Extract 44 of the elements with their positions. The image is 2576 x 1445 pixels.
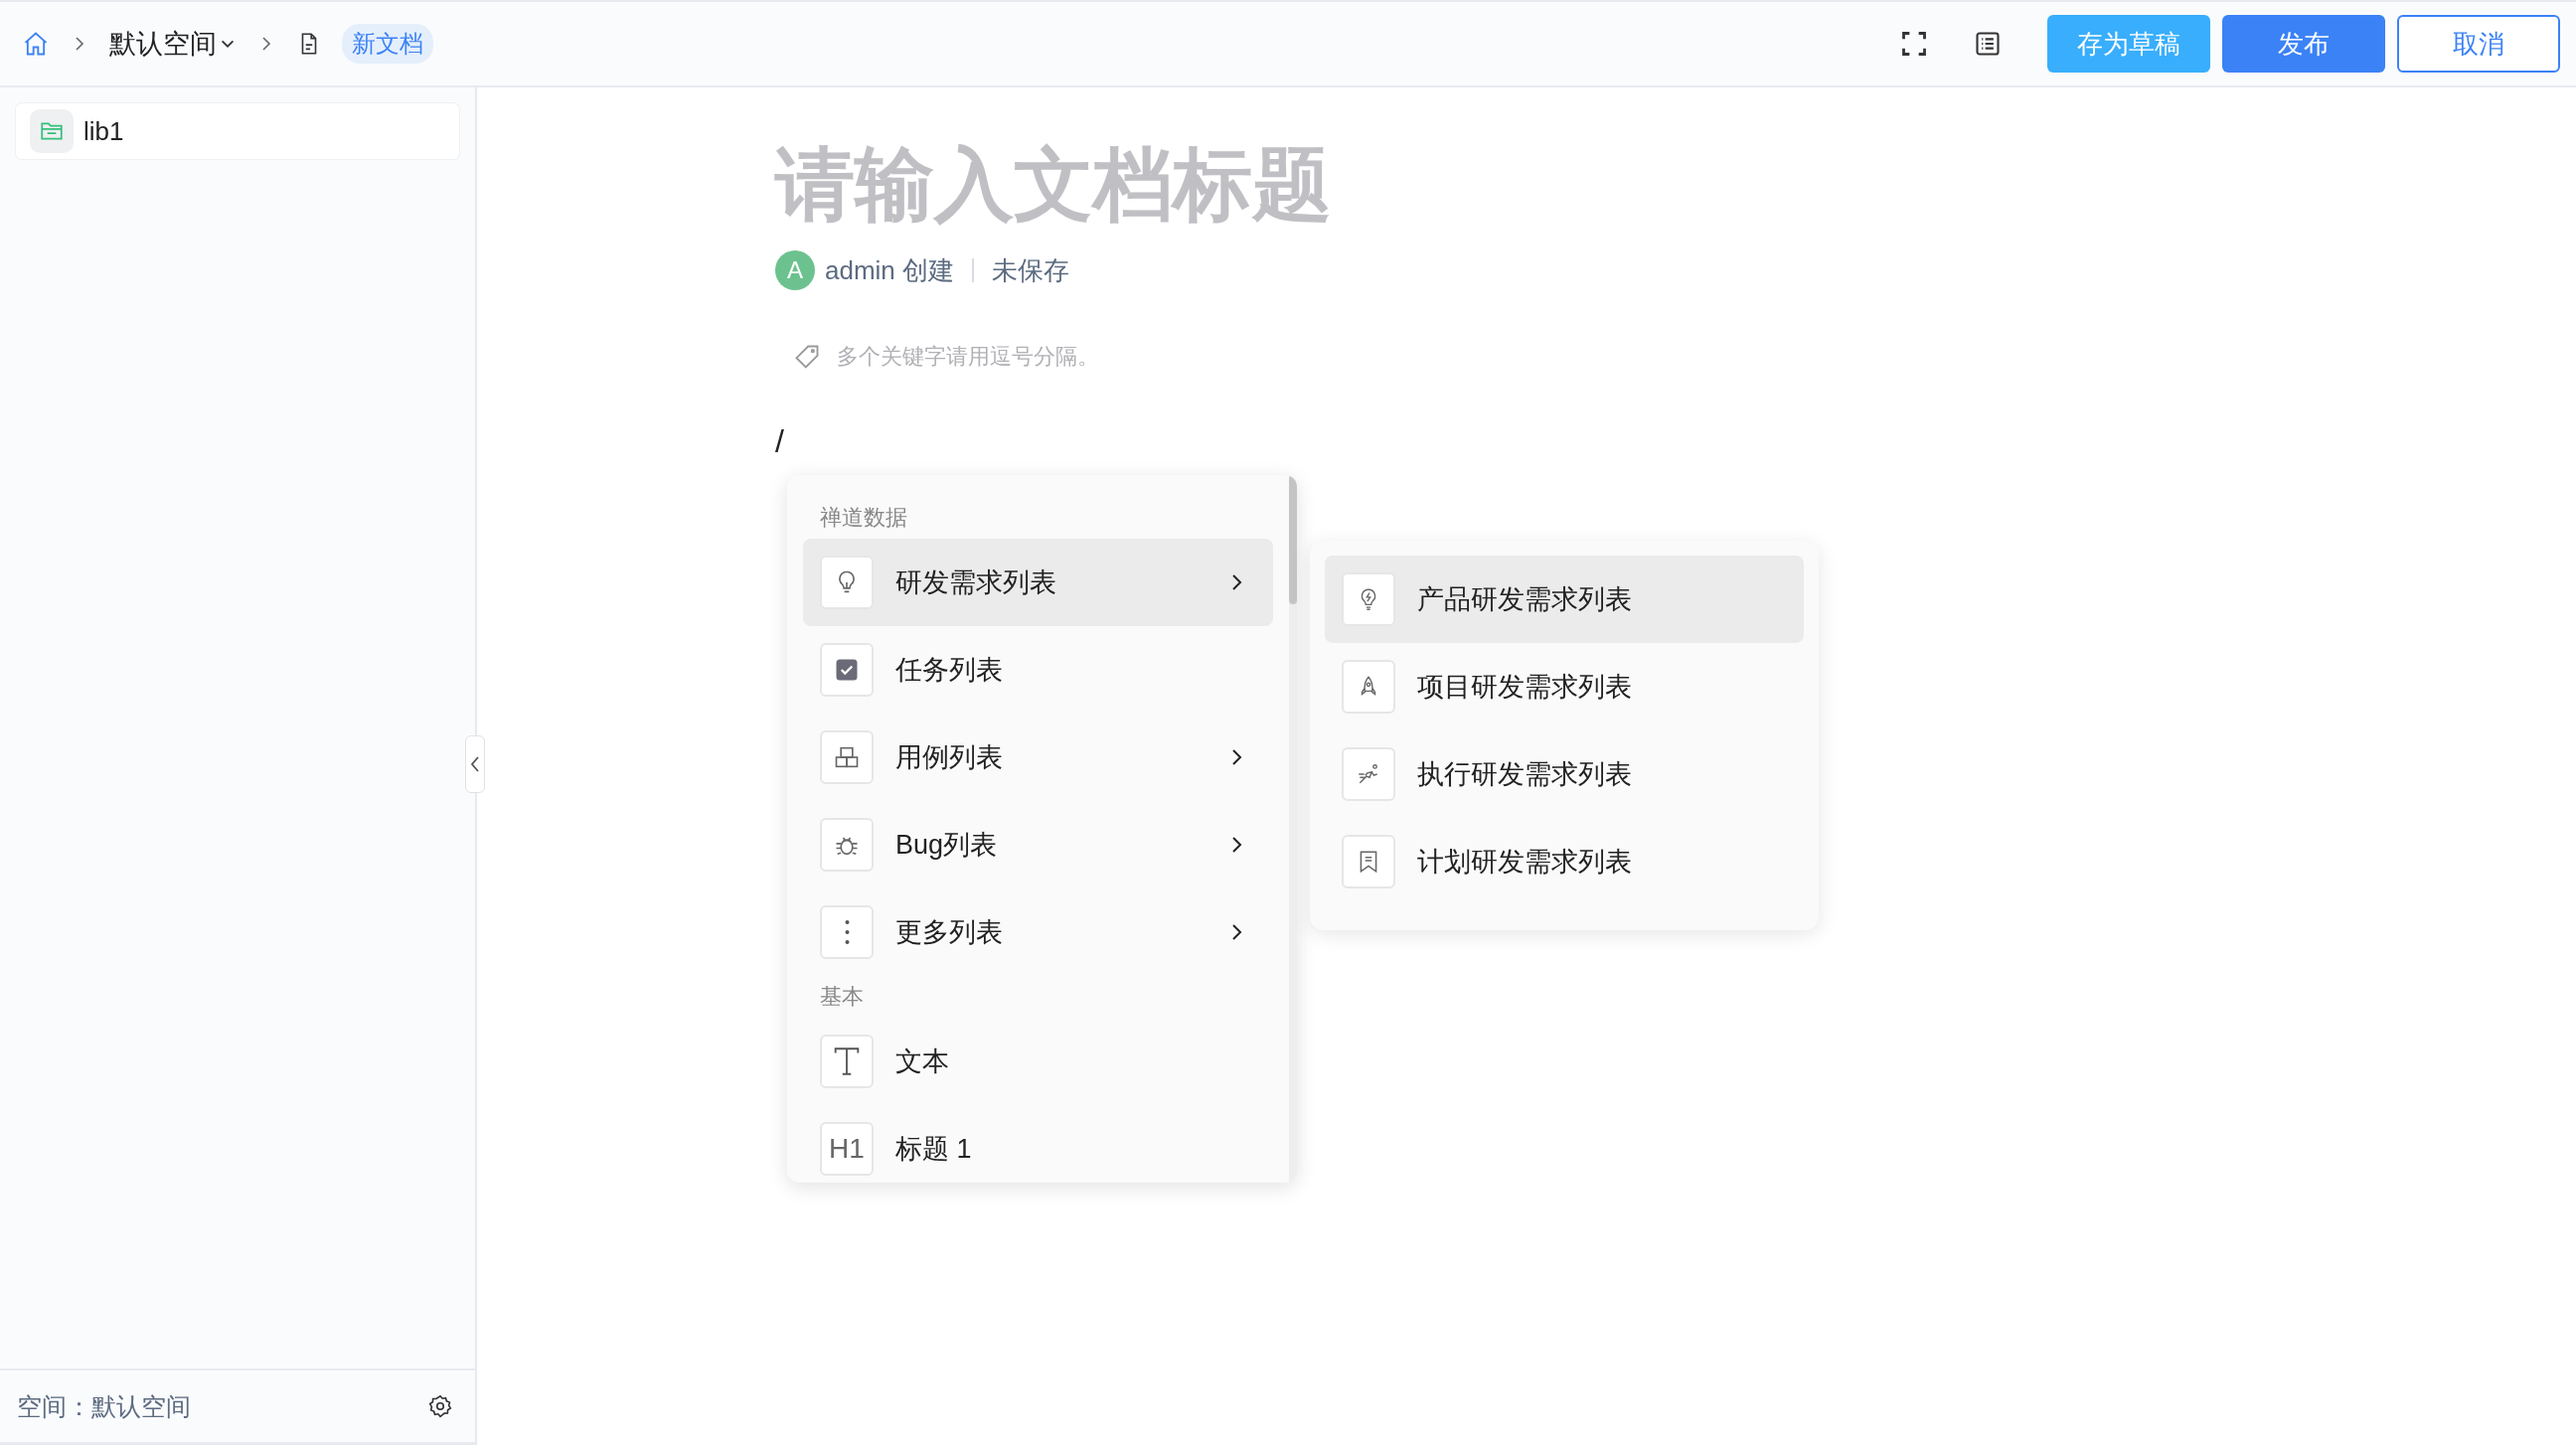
document-name-tag: 新文档 — [342, 24, 433, 64]
menu-item-label: 研发需求列表 — [895, 566, 1057, 599]
menu-item-label: 标题 1 — [895, 1133, 973, 1166]
menu-item-label: 文本 — [895, 1045, 950, 1078]
menu-item-label: 更多列表 — [895, 916, 1004, 949]
tag-icon — [793, 343, 821, 371]
home-icon[interactable] — [22, 30, 50, 58]
more-icon — [844, 919, 850, 945]
menu-item[interactable]: 研发需求列表 — [803, 539, 1273, 626]
menu-item[interactable]: 更多列表 — [803, 888, 1273, 976]
menu-item[interactable]: 任务列表 — [803, 626, 1273, 714]
space-dropdown[interactable]: 默认空间 — [109, 26, 237, 62]
toolbar-button[interactable]: 取消 — [2397, 15, 2560, 73]
settings-icon[interactable] — [427, 1393, 453, 1419]
submenu-item[interactable]: 项目研发需求列表 — [1325, 643, 1804, 730]
library-item[interactable]: lib1 — [16, 103, 459, 159]
fullscreen-icon[interactable] — [1900, 30, 1928, 58]
space-label: 空间：默认空间 — [17, 1390, 191, 1422]
menu-group-heading: 禅道数据 — [819, 504, 908, 532]
menu-item-label: Bug列表 — [895, 829, 999, 862]
avatar: A — [775, 250, 815, 290]
menu-item[interactable]: 用例列表 — [803, 714, 1273, 801]
library-name: lib1 — [83, 115, 124, 147]
menu-item[interactable]: H1 标题 1 — [803, 1105, 1273, 1183]
editor-content[interactable]: / — [775, 423, 2576, 460]
collapse-sidebar-handle[interactable] — [465, 735, 485, 793]
toolbar-button[interactable]: 发布 — [2222, 15, 2385, 73]
menu-item-label: 用例列表 — [895, 741, 1004, 774]
author-text: admin 创建 — [825, 253, 955, 287]
menu-item[interactable]: 文本 — [803, 1018, 1273, 1105]
submenu-item-label: 执行研发需求列表 — [1417, 758, 1633, 791]
submenu-item[interactable]: 产品研发需求列表 — [1325, 556, 1804, 643]
submenu-item-label: 计划研发需求列表 — [1417, 846, 1633, 879]
heading-icon: H1 — [829, 1133, 865, 1165]
submenu-item-label: 产品研发需求列表 — [1417, 583, 1633, 616]
save-status: 未保存 — [992, 253, 1070, 287]
submenu-item-label: 项目研发需求列表 — [1417, 671, 1633, 704]
menu-group-heading: 基本 — [819, 983, 865, 1011]
menu-item[interactable]: Bug列表 — [803, 801, 1273, 888]
scrollbar-thumb[interactable] — [1289, 475, 1297, 604]
menu-item-label: 任务列表 — [895, 654, 1004, 687]
submenu-item[interactable]: 执行研发需求列表 — [1325, 730, 1804, 818]
outline-list-icon[interactable] — [1974, 30, 2002, 58]
submenu-item[interactable]: 计划研发需求列表 — [1325, 818, 1804, 905]
